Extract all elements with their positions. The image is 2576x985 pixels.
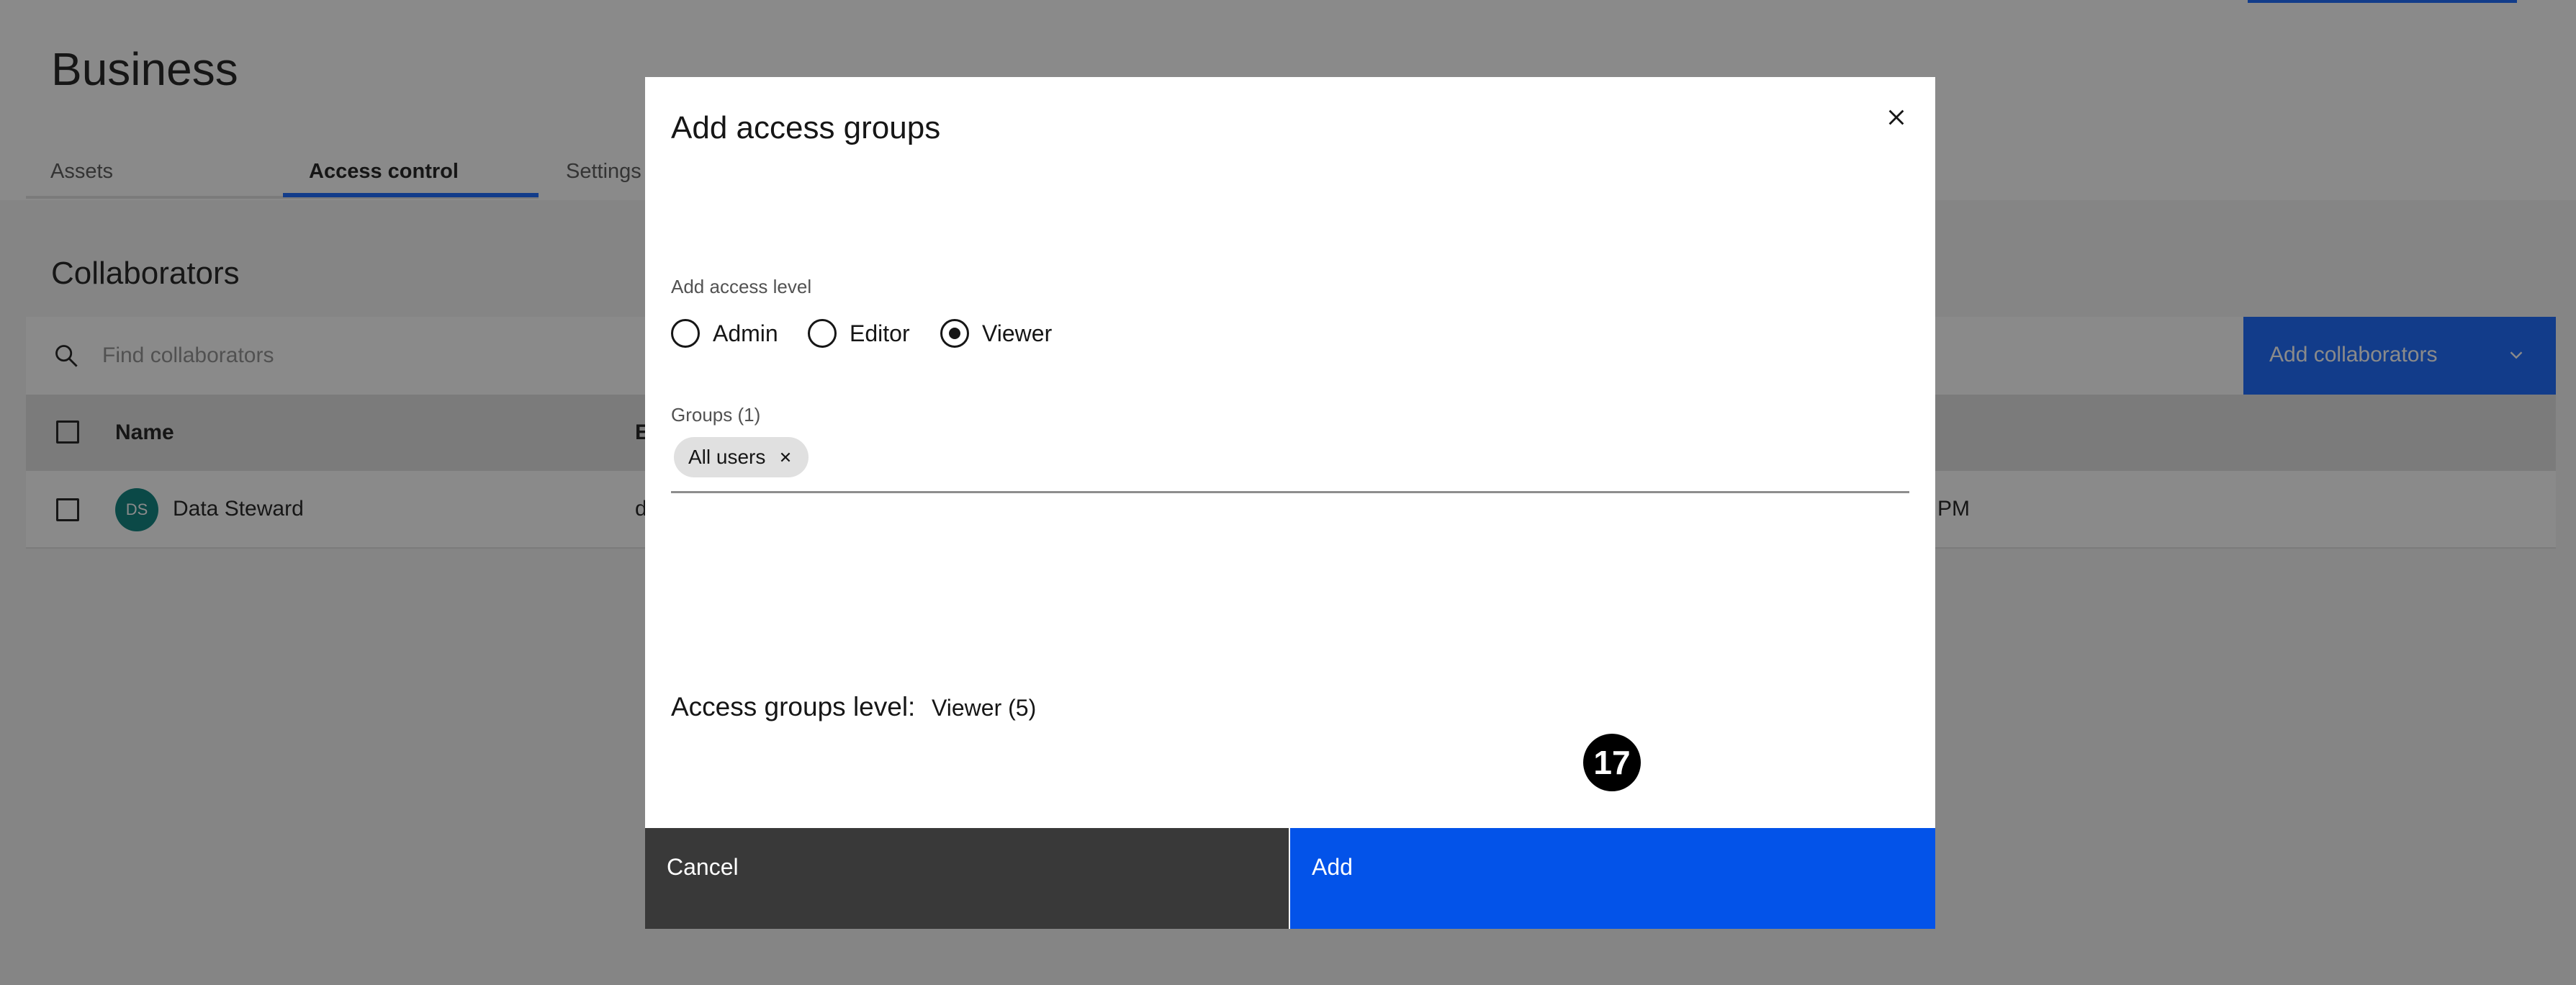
radio-admin-circle[interactable]: [671, 319, 700, 348]
access-groups-level-value: Viewer (5): [932, 695, 1037, 721]
groups-input[interactable]: All users: [671, 430, 1909, 493]
radio-viewer-label: Viewer: [982, 320, 1053, 346]
group-tag: All users: [674, 437, 809, 477]
step-number-badge: 17: [1583, 734, 1641, 791]
add-button[interactable]: Add: [1290, 828, 1935, 929]
cancel-button-label: Cancel: [667, 854, 739, 880]
radio-editor-circle[interactable]: [808, 319, 837, 348]
radio-admin-label: Admin: [713, 320, 778, 346]
group-tag-label: All users: [688, 446, 766, 468]
modal-title: Add access groups: [671, 110, 941, 145]
tag-close-icon[interactable]: [777, 449, 794, 466]
radio-admin[interactable]: Admin: [671, 312, 778, 355]
radio-editor[interactable]: Editor: [808, 312, 910, 355]
close-button[interactable]: [1879, 100, 1914, 135]
groups-label: Groups (1): [671, 404, 761, 426]
radio-viewer[interactable]: Viewer: [940, 312, 1052, 355]
add-access-groups-modal: Add access groups Add access level Admin…: [645, 77, 1935, 929]
cancel-button[interactable]: Cancel: [645, 828, 1289, 929]
close-icon: [1888, 109, 1904, 125]
radio-editor-label: Editor: [850, 320, 910, 346]
access-level-label: Add access level: [671, 276, 812, 297]
add-button-label: Add: [1312, 854, 1353, 880]
radio-viewer-circle[interactable]: [940, 319, 969, 348]
access-groups-level-label: Access groups level:: [671, 692, 916, 721]
